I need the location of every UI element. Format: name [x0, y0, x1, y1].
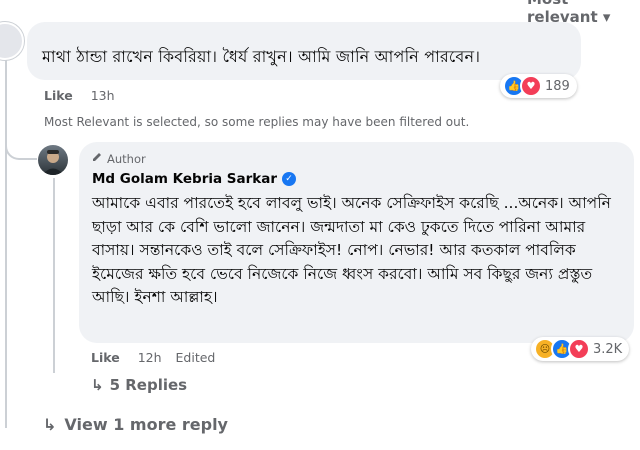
verified-badge-icon: ✓	[282, 172, 297, 186]
reaction-count: 189	[545, 78, 570, 94]
author-avatar[interactable]	[38, 145, 68, 175]
comment-reactions[interactable]: 👍 ♥ 189	[500, 74, 577, 98]
comment-actions: Like 13h	[44, 88, 115, 103]
author-name-text[interactable]: Md Golam Kebria Sarkar	[92, 171, 277, 187]
thread-line	[5, 158, 7, 428]
view-replies-button[interactable]: ↳ 5 Replies	[91, 376, 187, 394]
edited-label: Edited	[175, 350, 216, 365]
author-badge-label: Author	[107, 151, 146, 166]
reply-arrow-icon: ↳	[43, 415, 57, 434]
commenter-avatar[interactable]	[0, 22, 24, 60]
reply-text: আমাকে এবার পারতেই হবে লাবলু ভাই। অনেক সে…	[92, 194, 611, 307]
love-icon: ♥	[520, 75, 542, 97]
view-replies-label[interactable]: 5 Replies	[110, 376, 188, 394]
reply-thread-line	[53, 178, 55, 373]
author-name[interactable]: Md Golam Kebria Sarkar ✓	[92, 171, 297, 187]
like-button[interactable]: Like	[44, 88, 73, 103]
like-button[interactable]: Like	[91, 350, 120, 365]
view-more-replies-button[interactable]: ↳ View 1 more reply	[43, 415, 228, 434]
comment-time[interactable]: 13h	[91, 88, 115, 103]
author-badge: Author	[91, 151, 146, 166]
reply-actions: Like 12h Edited	[91, 350, 215, 365]
filter-notice: Most Relevant is selected, so some repli…	[44, 115, 470, 129]
pencil-icon	[91, 151, 103, 166]
reaction-count: 3.2K	[593, 341, 623, 357]
reply-reactions[interactable]: ☹ 👍 ♥ 3.2K	[531, 337, 630, 361]
comment-text: মাথা ঠান্ডা রাখেন কিবরিয়া। ধৈর্য রাখুন।…	[42, 47, 481, 66]
thread-connector	[5, 128, 37, 160]
reply-arrow-icon: ↳	[91, 376, 104, 394]
view-more-label[interactable]: View 1 more reply	[64, 415, 228, 434]
love-icon: ♥	[568, 338, 590, 360]
reply-time[interactable]: 12h	[138, 350, 162, 365]
